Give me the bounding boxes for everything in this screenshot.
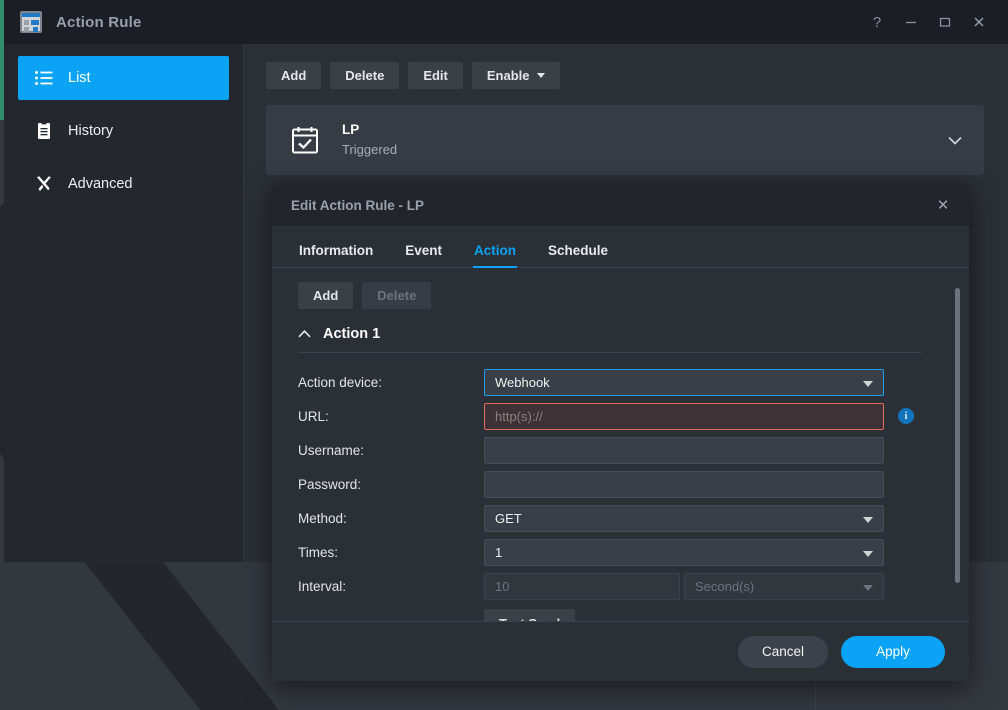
minimize-icon[interactable] (894, 0, 928, 44)
action-section-title: Action 1 (323, 326, 381, 342)
history-icon (38, 122, 50, 139)
chevron-up-icon[interactable] (298, 330, 311, 338)
url-label: URL: (298, 408, 329, 424)
interval-input: 10 (484, 572, 680, 600)
interval-label: Interval: (298, 578, 347, 594)
dialog-scrollbar-thumb[interactable] (955, 288, 960, 583)
action-device-label: Action device: (298, 374, 383, 390)
password-label: Password: (298, 476, 362, 492)
dialog-header: Edit Action Rule - LP ✕ (272, 184, 969, 226)
field-row-url: URL: http(s):// i (298, 399, 943, 433)
username-label: Username: (298, 442, 365, 458)
field-row-method: Method: GET (298, 501, 943, 535)
times-value: 1 (495, 544, 503, 560)
test-send-button[interactable]: Test Send (484, 609, 576, 621)
dialog-title: Edit Action Rule - LP (291, 197, 424, 213)
action-delete-button: Delete (362, 282, 432, 309)
method-label: Method: (298, 510, 347, 526)
interval-placeholder: 10 (495, 578, 510, 594)
chevron-down-icon (536, 73, 545, 78)
window-title: Action Rule (56, 13, 142, 31)
calendar-rule-icon (20, 11, 42, 33)
edit-button[interactable]: Edit (408, 62, 463, 89)
close-icon[interactable]: ✕ (933, 195, 953, 215)
rule-list-item[interactable]: LP Triggered (266, 105, 984, 175)
dialog-scroll-area: Add Delete Action 1 Action device: Webho… (272, 268, 969, 621)
apply-button[interactable]: Apply (841, 635, 945, 668)
enable-dropdown-button[interactable]: Enable (471, 62, 560, 89)
interval-unit-placeholder: Second(s) (695, 578, 755, 594)
field-row-interval: Interval: 10 Second(s) (298, 569, 943, 603)
times-select[interactable]: 1 (484, 538, 884, 566)
dialog-tabs: Information Event Action Schedule (272, 239, 969, 268)
field-row-action-device: Action device: Webhook (298, 365, 943, 399)
list-icon (35, 71, 53, 85)
delete-button[interactable]: Delete (330, 62, 400, 89)
tools-icon (36, 176, 51, 192)
action-device-select[interactable]: Webhook (484, 368, 884, 396)
times-label: Times: (298, 544, 338, 560)
password-input[interactable] (484, 470, 884, 498)
enable-label: Enable (486, 68, 530, 83)
action-toolbar: Add Delete (298, 282, 943, 309)
edit-action-rule-dialog: Edit Action Rule - LP ✕ Information Even… (272, 184, 969, 681)
help-icon[interactable]: ? (860, 0, 894, 44)
rules-toolbar: Add Delete Edit Enable (266, 62, 984, 89)
username-input[interactable] (484, 436, 884, 464)
maximize-icon[interactable] (928, 0, 962, 44)
close-icon[interactable] (962, 0, 996, 44)
window-title-bar: Action Rule ? (4, 0, 1008, 44)
sidebar: List History Advanced (4, 44, 244, 562)
method-select[interactable]: GET (484, 504, 884, 532)
tab-information[interactable]: Information (298, 239, 374, 267)
method-value: GET (495, 510, 522, 526)
desktop-edge-accent (0, 0, 4, 120)
tab-schedule[interactable]: Schedule (547, 239, 609, 267)
url-input[interactable]: http(s):// (484, 402, 884, 430)
chevron-down-icon[interactable] (948, 136, 962, 145)
field-row-test-send: Test Send (298, 606, 943, 621)
window-controls: ? (860, 0, 996, 44)
url-placeholder: http(s):// (495, 408, 543, 424)
calendar-check-icon (292, 127, 318, 154)
add-button[interactable]: Add (266, 62, 322, 89)
sidebar-item-history[interactable]: History (18, 109, 229, 153)
field-row-password: Password: (298, 467, 943, 501)
dialog-footer: Cancel Apply (272, 621, 969, 681)
help-glyph: ? (872, 13, 882, 31)
rule-text-block: LP Triggered (342, 120, 948, 159)
sidebar-item-label: Advanced (68, 176, 133, 192)
action-device-value: Webhook (495, 374, 550, 390)
interval-unit-select: Second(s) (684, 572, 884, 600)
rule-status: Triggered (342, 142, 398, 158)
sidebar-item-label: History (68, 123, 114, 139)
cancel-button[interactable]: Cancel (737, 635, 828, 668)
sidebar-item-list[interactable]: List (18, 56, 229, 100)
info-icon[interactable]: i (898, 408, 914, 424)
rule-name: LP (342, 122, 360, 138)
sidebar-item-advanced[interactable]: Advanced (18, 162, 229, 206)
tab-event[interactable]: Event (404, 239, 443, 267)
field-row-username: Username: (298, 433, 943, 467)
tab-action[interactable]: Action (473, 239, 518, 268)
action-section-header[interactable]: Action 1 (298, 326, 921, 353)
sidebar-item-label: List (68, 70, 91, 86)
action-add-button[interactable]: Add (298, 282, 354, 309)
field-row-times: Times: 1 (298, 535, 943, 569)
